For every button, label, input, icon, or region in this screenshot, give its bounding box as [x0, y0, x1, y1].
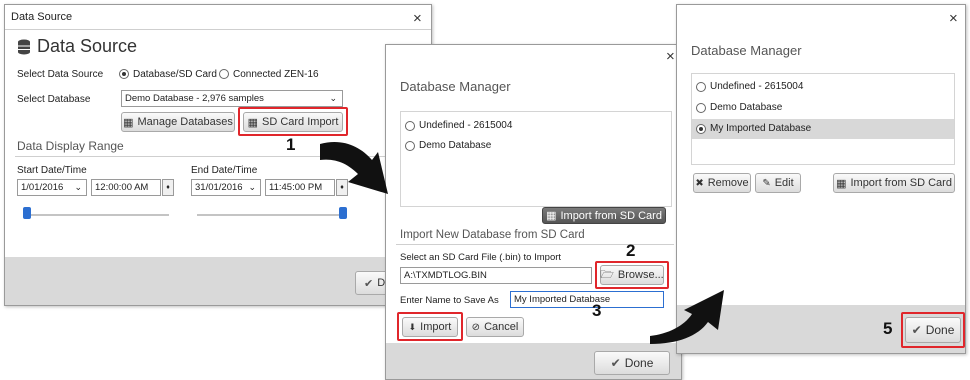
- radio-connected-zen[interactable]: [219, 69, 229, 79]
- import-from-sd-label: Import from SD Card: [560, 209, 662, 222]
- end-time-value: 11:45:00 PM: [269, 182, 323, 193]
- save-name-label: Enter Name to Save As: [400, 295, 499, 306]
- start-date-field[interactable]: 1/01/2016 ⌄: [17, 179, 87, 196]
- database-list-item[interactable]: Undefined - 2615004: [710, 81, 803, 92]
- step-number: 2: [626, 241, 636, 260]
- database-radio[interactable]: [696, 103, 706, 113]
- select-database-label: Select Database: [17, 94, 91, 105]
- table-icon: ▦: [123, 116, 134, 129]
- database-select-value: Demo Database - 2,976 samples: [125, 93, 264, 104]
- divider: [5, 29, 431, 30]
- done-button-label: D: [377, 277, 386, 289]
- chevron-down-icon: ⌄: [248, 182, 256, 192]
- highlight-box: [397, 312, 463, 341]
- end-date-field[interactable]: 31/01/2016 ⌄: [191, 179, 261, 196]
- step-number: 1: [286, 135, 296, 154]
- window-title: Data Source: [11, 11, 73, 23]
- arrow-icon: [320, 141, 388, 194]
- highlight-box: [901, 312, 965, 348]
- database-radio[interactable]: [696, 124, 706, 134]
- database-select[interactable]: Demo Database - 2,976 samples ⌄: [121, 90, 343, 107]
- save-name-input[interactable]: My Imported Database: [510, 291, 664, 308]
- database-manager-import-window: × Database Manager Undefined - 2615004 D…: [385, 44, 682, 380]
- database-list-item[interactable]: Demo Database: [710, 102, 782, 113]
- sd-card-icon: ▦: [836, 177, 847, 190]
- dialog-title: Database Manager: [691, 43, 802, 58]
- select-source-label: Select Data Source: [17, 69, 104, 80]
- import-from-sd-button[interactable]: ▦ Import from SD Card: [542, 207, 666, 224]
- dialog-title: Database Manager: [400, 79, 511, 94]
- done-button-label: Done: [624, 356, 654, 370]
- cancel-label: Cancel: [484, 321, 519, 333]
- database-radio[interactable]: [696, 82, 706, 92]
- close-icon[interactable]: ×: [413, 11, 422, 26]
- sd-card-icon: ▦: [546, 210, 557, 222]
- end-slider-track: [197, 214, 345, 216]
- remove-label: Remove: [707, 177, 749, 189]
- start-time-spinner[interactable]: ♦: [162, 179, 174, 196]
- database-radio[interactable]: [405, 121, 415, 131]
- page-title: Data Source: [37, 36, 138, 56]
- database-list-item[interactable]: Demo Database: [419, 140, 491, 151]
- start-label: Start Date/Time: [17, 165, 87, 176]
- file-path-value: A:\TXMDTLOG.BIN: [404, 270, 487, 281]
- edit-button[interactable]: ✎ Edit: [755, 173, 801, 193]
- end-date-value: 31/01/2016: [195, 182, 243, 193]
- chevron-down-icon: ⌄: [74, 182, 82, 192]
- database-icon: [17, 39, 31, 55]
- select-file-label: Select an SD Card File (.bin) to Import: [400, 252, 562, 263]
- start-slider-track: [29, 214, 169, 216]
- radio-database-sd-label: Database/SD Card: [133, 69, 217, 80]
- pencil-icon: ✎: [762, 177, 771, 189]
- database-list-item[interactable]: Undefined - 2615004: [419, 120, 512, 131]
- database-radio[interactable]: [405, 141, 415, 151]
- start-date-value: 1/01/2016: [21, 182, 64, 193]
- manage-databases-label: Manage Databases: [137, 116, 233, 128]
- checkmark-icon: ✔: [610, 356, 621, 370]
- database-list: Undefined - 2615004 Demo Database My Imp…: [691, 73, 955, 165]
- radio-database-sd[interactable]: [119, 69, 129, 79]
- remove-button[interactable]: ✖ Remove: [693, 173, 751, 193]
- manage-databases-button[interactable]: ▦ Manage Databases: [121, 112, 235, 132]
- step-number: 3: [592, 301, 602, 320]
- edit-label: Edit: [774, 177, 794, 189]
- step-number: 5: [883, 319, 893, 338]
- radio-connected-zen-label: Connected ZEN-16: [233, 69, 319, 80]
- start-time-value: 12:00:00 AM: [95, 182, 149, 193]
- import-from-sd-label: Import from SD Card: [850, 177, 952, 189]
- cancel-button[interactable]: ⊘ Cancel: [466, 317, 524, 337]
- cancel-icon: ⊘: [471, 321, 481, 333]
- chevron-down-icon: ⌄: [329, 93, 337, 103]
- highlight-box: [595, 261, 669, 289]
- database-list: Undefined - 2615004 Demo Database: [400, 111, 672, 207]
- arrow-icon: [650, 290, 724, 344]
- file-path-input[interactable]: A:\TXMDTLOG.BIN: [400, 267, 592, 284]
- close-icon: ✖: [695, 177, 704, 189]
- end-slider-thumb[interactable]: [339, 207, 347, 219]
- import-section-heading: Import New Database from SD Card: [400, 229, 585, 241]
- start-slider-thumb[interactable]: [23, 207, 31, 219]
- close-icon[interactable]: ×: [666, 49, 675, 64]
- start-time-field[interactable]: 12:00:00 AM: [91, 179, 161, 196]
- done-button[interactable]: ✔ Done: [594, 351, 670, 375]
- close-icon[interactable]: ×: [949, 11, 958, 26]
- database-list-item[interactable]: My Imported Database: [710, 123, 811, 134]
- checkmark-icon: ✔: [364, 277, 374, 290]
- end-label: End Date/Time: [191, 165, 258, 176]
- range-heading: Data Display Range: [17, 139, 124, 153]
- import-from-sd-button[interactable]: ▦ Import from SD Card: [833, 173, 955, 193]
